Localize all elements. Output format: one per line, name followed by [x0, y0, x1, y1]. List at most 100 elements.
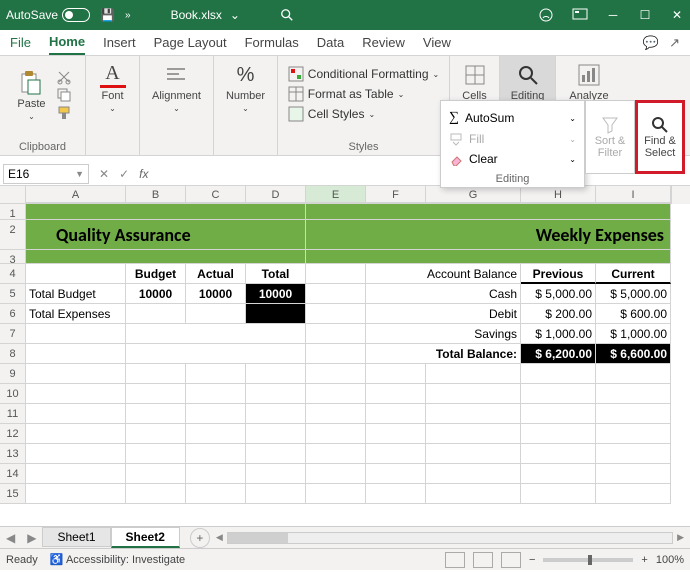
cell[interactable] [26, 250, 306, 264]
row-header-7[interactable]: 7 [0, 324, 26, 344]
cell[interactable]: Total [246, 264, 306, 284]
cell[interactable]: 10000 [126, 284, 186, 304]
cell[interactable] [596, 384, 671, 404]
new-sheet-button[interactable]: + [190, 528, 210, 548]
cell[interactable] [306, 404, 366, 424]
cell[interactable]: $ 600.00 [596, 304, 671, 324]
zoom-in-button[interactable]: + [641, 554, 647, 566]
cell[interactable] [26, 404, 126, 424]
sheet-tab-sheet2[interactable]: Sheet2 [111, 527, 180, 548]
cut-icon[interactable] [56, 69, 72, 85]
alignment-button[interactable]: Alignment ⌄ [148, 60, 205, 115]
zoom-slider[interactable] [543, 558, 633, 562]
row-header-8[interactable]: 8 [0, 344, 26, 364]
cell[interactable] [246, 304, 306, 324]
cell[interactable] [596, 404, 671, 424]
cell[interactable]: Weekly Expenses [306, 220, 671, 250]
tab-insert[interactable]: Insert [103, 31, 136, 54]
cell[interactable] [26, 204, 306, 220]
chevron-down-icon[interactable]: ▼ [75, 169, 84, 179]
sheet-nav-next[interactable]: ▶ [21, 531, 42, 545]
tab-page-layout[interactable]: Page Layout [154, 31, 227, 54]
qat-overflow-icon[interactable]: » [125, 10, 131, 21]
tab-file[interactable]: File [10, 31, 31, 54]
page-layout-view-button[interactable] [473, 552, 493, 568]
cell[interactable] [186, 384, 246, 404]
cell[interactable]: $ 1,000.00 [521, 324, 596, 344]
cell[interactable] [426, 384, 521, 404]
cell[interactable]: Total Balance: [366, 344, 521, 364]
cell[interactable] [596, 364, 671, 384]
cell[interactable] [426, 424, 521, 444]
cell[interactable] [126, 484, 186, 504]
format-painter-icon[interactable] [56, 105, 72, 121]
cell[interactable] [366, 384, 426, 404]
cell[interactable]: Total Expenses [26, 304, 126, 324]
cell[interactable] [246, 404, 306, 424]
cell[interactable] [186, 444, 246, 464]
cell[interactable] [186, 304, 246, 324]
minimize-button[interactable]: ─ [606, 8, 620, 22]
cell[interactable] [521, 484, 596, 504]
row-header-5[interactable]: 5 [0, 284, 26, 304]
cell[interactable]: Budget [126, 264, 186, 284]
cell[interactable]: Savings [366, 324, 521, 344]
cell[interactable] [246, 424, 306, 444]
cell[interactable] [596, 464, 671, 484]
row-header-2[interactable]: 2 [0, 220, 26, 250]
cell[interactable] [126, 324, 306, 344]
cell[interactable] [521, 444, 596, 464]
row-header-4[interactable]: 4 [0, 264, 26, 284]
cell[interactable]: Debit [366, 304, 521, 324]
cell[interactable] [26, 424, 126, 444]
cell[interactable] [596, 424, 671, 444]
tab-home[interactable]: Home [49, 30, 85, 55]
ribbon-display-icon[interactable] [572, 8, 588, 22]
cell[interactable] [126, 344, 306, 364]
row-header-10[interactable]: 10 [0, 384, 26, 404]
cell[interactable] [426, 484, 521, 504]
cell[interactable] [26, 264, 126, 284]
cell[interactable] [366, 364, 426, 384]
cell[interactable] [306, 264, 366, 284]
cell[interactable] [306, 304, 366, 324]
cell[interactable] [126, 464, 186, 484]
cell[interactable] [306, 444, 366, 464]
cell[interactable] [26, 364, 126, 384]
cell[interactable] [246, 484, 306, 504]
paste-button[interactable]: Paste ⌄ [13, 68, 49, 123]
cell[interactable] [426, 444, 521, 464]
cell[interactable] [366, 404, 426, 424]
select-all-corner[interactable] [0, 186, 26, 204]
enter-formula-icon[interactable]: ✓ [119, 167, 129, 181]
row-header-11[interactable]: 11 [0, 404, 26, 424]
cell[interactable]: Cash [366, 284, 521, 304]
row-header-15[interactable]: 15 [0, 484, 26, 504]
cell[interactable] [26, 384, 126, 404]
cell[interactable] [246, 444, 306, 464]
row-header-3[interactable]: 3 [0, 250, 26, 264]
sheet-tab-sheet1[interactable]: Sheet1 [42, 527, 110, 547]
horizontal-scrollbar[interactable]: ◀ ▶ [210, 532, 690, 544]
cell[interactable] [126, 404, 186, 424]
cell[interactable]: Account Balance [366, 264, 521, 284]
cell[interactable] [596, 444, 671, 464]
col-header-D[interactable]: D [246, 186, 306, 203]
tab-view[interactable]: View [423, 31, 451, 54]
cell[interactable] [246, 384, 306, 404]
cell[interactable] [126, 424, 186, 444]
row-header-13[interactable]: 13 [0, 444, 26, 464]
page-break-view-button[interactable] [501, 552, 521, 568]
account-icon[interactable] [538, 7, 554, 23]
col-header-G[interactable]: G [426, 186, 521, 203]
col-header-A[interactable]: A [26, 186, 126, 203]
cell[interactable] [306, 344, 366, 364]
cell[interactable] [306, 250, 671, 264]
cell[interactable] [366, 464, 426, 484]
cell[interactable]: $ 5,000.00 [521, 284, 596, 304]
cell[interactable]: Total Budget [26, 284, 126, 304]
close-button[interactable]: ✕ [670, 8, 684, 22]
maximize-button[interactable]: ☐ [638, 8, 652, 22]
cell[interactable] [426, 464, 521, 484]
col-header-H[interactable]: H [521, 186, 596, 203]
